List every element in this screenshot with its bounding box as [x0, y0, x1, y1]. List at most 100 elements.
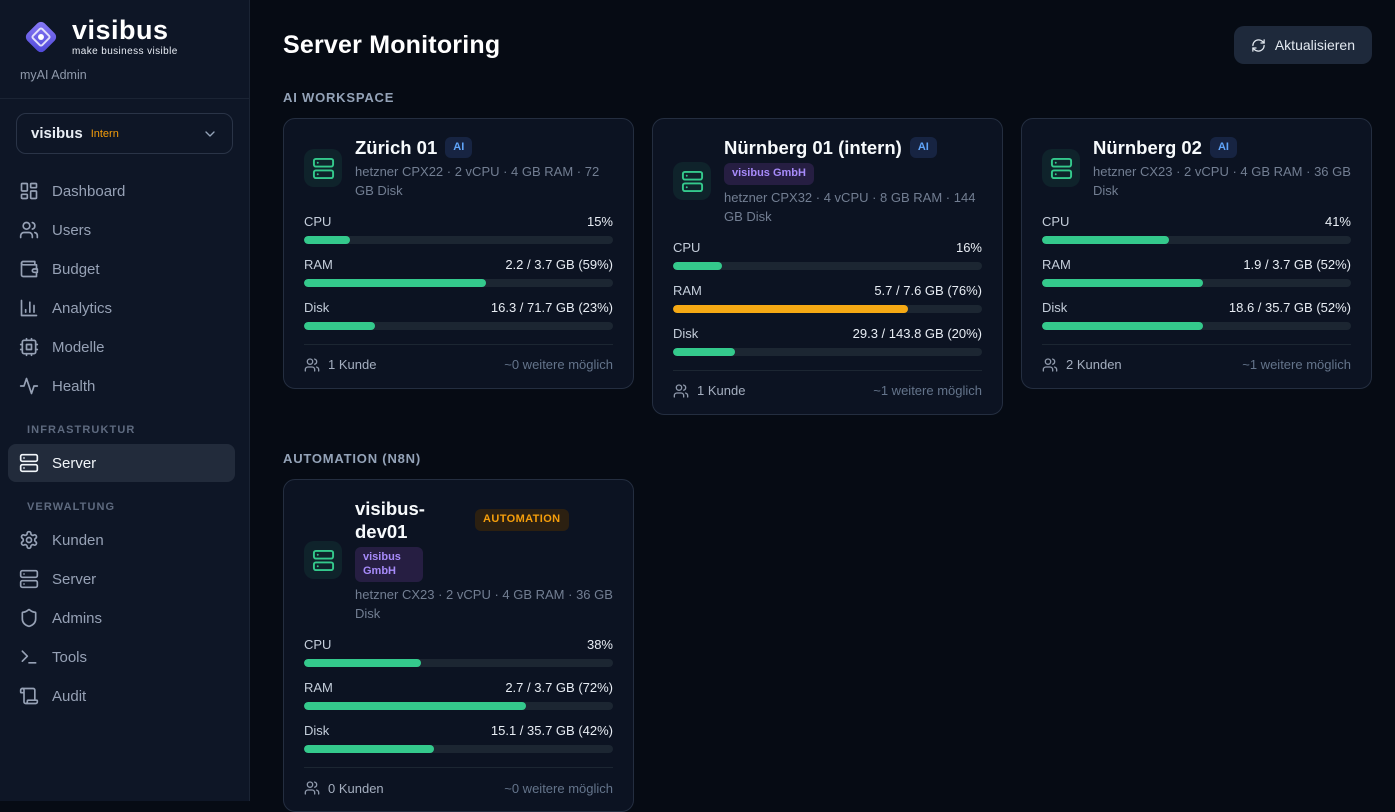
sidebar-item-dashboard[interactable]: Dashboard: [8, 172, 235, 210]
customer-count: 1 Kunde: [673, 383, 745, 399]
customer-count-label: 2 Kunden: [1066, 357, 1122, 372]
metric-label: Disk: [673, 326, 698, 341]
server-icon: [19, 569, 39, 589]
ram-progress-bar: [673, 305, 982, 313]
users-icon: [1042, 357, 1058, 373]
nav-label: Health: [52, 378, 95, 395]
nav-label: Admins: [52, 610, 102, 627]
metric-value: 5.7 / 7.6 GB (76%): [874, 283, 982, 298]
nav-label: Server: [52, 455, 96, 472]
terminal-icon: [19, 647, 39, 667]
brand-tagline: make business visible: [72, 47, 178, 57]
metric-label: RAM: [673, 283, 702, 298]
cpu-metric: CPU15%: [304, 214, 613, 244]
customer-count-label: 1 Kunde: [328, 357, 376, 372]
cpu-metric: CPU 41%: [1042, 214, 1351, 244]
capacity-hint: ~1 weitere möglich: [873, 383, 982, 398]
sidebar-item-tools[interactable]: Tools: [8, 638, 235, 676]
sidebar-item-analytics[interactable]: Analytics: [8, 289, 235, 327]
server-card-zuerich-01: Zürich 01 AI hetzner CPX22 · 2 vCPU · 4 …: [283, 118, 634, 389]
users-icon: [304, 780, 320, 796]
disk-progress-bar: [304, 745, 613, 753]
card-footer: 0 Kunden ~0 weitere möglich: [304, 767, 613, 796]
sidebar-nav: Dashboard Users Budget Analytics Modelle…: [0, 158, 249, 716]
section-title-ai-workspace: AI Workspace: [283, 90, 1372, 105]
tenant-badge: visibus GmbH: [355, 547, 423, 583]
metric-label: Disk: [304, 723, 329, 738]
ram-metric: RAM2.2 / 3.7 GB (59%): [304, 257, 613, 287]
disk-metric: Disk 15.1 / 35.7 GB (42%): [304, 723, 613, 753]
disk-metric: Disk 29.3 / 143.8 GB (20%): [673, 326, 982, 356]
server-name: visibus-dev01: [355, 497, 467, 543]
sidebar-item-users[interactable]: Users: [8, 211, 235, 249]
sidebar-item-audit[interactable]: Audit: [8, 677, 235, 715]
chevron-down-icon: [202, 126, 218, 142]
sidebar-item-admins[interactable]: Admins: [8, 599, 235, 637]
metric-value: 1.9 / 3.7 GB (52%): [1243, 257, 1351, 272]
cpu-progress-fill: [673, 262, 722, 270]
sidebar-item-modelle[interactable]: Modelle: [8, 328, 235, 366]
card-footer: 1 Kunde ~0 weitere möglich: [304, 344, 613, 373]
section-label-verwaltung: Verwaltung: [8, 483, 235, 521]
ram-metric: RAM 5.7 / 7.6 GB (76%): [673, 283, 982, 313]
sidebar-item-health[interactable]: Health: [8, 367, 235, 405]
main-content: Server Monitoring Aktualisieren AI Works…: [250, 0, 1395, 801]
metric-label: CPU: [1042, 214, 1069, 229]
server-specs: hetzner CPX22 · 2 vCPU · 4 GB RAM · 72 G…: [355, 163, 613, 201]
disk-metric: Disk16.3 / 71.7 GB (23%): [304, 300, 613, 330]
cpu-chip-icon: [19, 337, 39, 357]
metric-label: Disk: [304, 300, 329, 315]
section-label-infrastruktur: Infrastruktur: [8, 406, 235, 444]
metric-value: 15.1 / 35.7 GB (42%): [491, 723, 613, 738]
metric-value: 2.7 / 3.7 GB (72%): [505, 680, 613, 695]
disk-progress-bar: [304, 322, 613, 330]
sidebar-item-kunden[interactable]: Kunden: [8, 521, 235, 559]
sidebar-item-server-infrastruktur[interactable]: Server: [8, 444, 235, 482]
ai-workspace-grid: Zürich 01 AI hetzner CPX22 · 2 vCPU · 4 …: [283, 118, 1372, 415]
metric-label: RAM: [304, 680, 333, 695]
nav-label: Analytics: [52, 300, 112, 317]
cpu-progress-fill: [304, 236, 350, 244]
server-name: Nürnberg 01 (intern): [724, 136, 902, 159]
disk-progress-fill: [304, 745, 434, 753]
ram-progress-bar: [1042, 279, 1351, 287]
card-footer: 2 Kunden ~1 weitere möglich: [1042, 344, 1351, 373]
visibus-logo-icon: [20, 16, 62, 58]
metric-label: Disk: [1042, 300, 1067, 315]
gear-icon: [19, 530, 39, 550]
metric-label: RAM: [1042, 257, 1071, 272]
cpu-metric: CPU38%: [304, 637, 613, 667]
metric-label: CPU: [304, 637, 331, 652]
layout-dashboard-icon: [19, 181, 39, 201]
metric-value: 15%: [587, 214, 613, 229]
server-specs: hetzner CX23 · 2 vCPU · 4 GB RAM · 36 GB…: [1093, 163, 1351, 201]
metric-value: 2.2 / 3.7 GB (59%): [505, 257, 613, 272]
cpu-progress-fill: [1042, 236, 1169, 244]
disk-progress-bar: [1042, 322, 1351, 330]
server-card-visibus-dev01: visibus-dev01 AUTOMATION visibus GmbH he…: [283, 479, 634, 812]
sidebar-item-server-verwaltung[interactable]: Server: [8, 560, 235, 598]
capacity-hint: ~1 weitere möglich: [1242, 357, 1351, 372]
metric-value: 29.3 / 143.8 GB (20%): [853, 326, 982, 341]
cpu-progress-bar: [1042, 236, 1351, 244]
disk-progress-fill: [673, 348, 735, 356]
server-icon: [304, 149, 342, 187]
server-name: Zürich 01: [355, 136, 437, 159]
disk-metric: Disk18.6 / 35.7 GB (52%): [1042, 300, 1351, 330]
cpu-progress-bar: [673, 262, 982, 270]
cpu-progress-bar: [304, 659, 613, 667]
logo-block: visibus make business visible myAI Admin: [0, 0, 249, 94]
disk-progress-fill: [304, 322, 375, 330]
sidebar-item-budget[interactable]: Budget: [8, 250, 235, 288]
workspace-selector[interactable]: visibus Intern: [16, 113, 233, 154]
refresh-button[interactable]: Aktualisieren: [1234, 26, 1372, 64]
nav-label: Modelle: [52, 339, 105, 356]
users-icon: [673, 383, 689, 399]
customer-count: 0 Kunden: [304, 780, 384, 796]
ram-progress-fill: [673, 305, 908, 313]
app-subtitle: myAI Admin: [20, 68, 229, 82]
server-card-nuernberg-01: Nürnberg 01 (intern) AI visibus GmbH het…: [652, 118, 1003, 415]
customer-count-label: 1 Kunde: [697, 383, 745, 398]
disk-progress-fill: [1042, 322, 1203, 330]
metric-value: 41%: [1325, 214, 1351, 229]
